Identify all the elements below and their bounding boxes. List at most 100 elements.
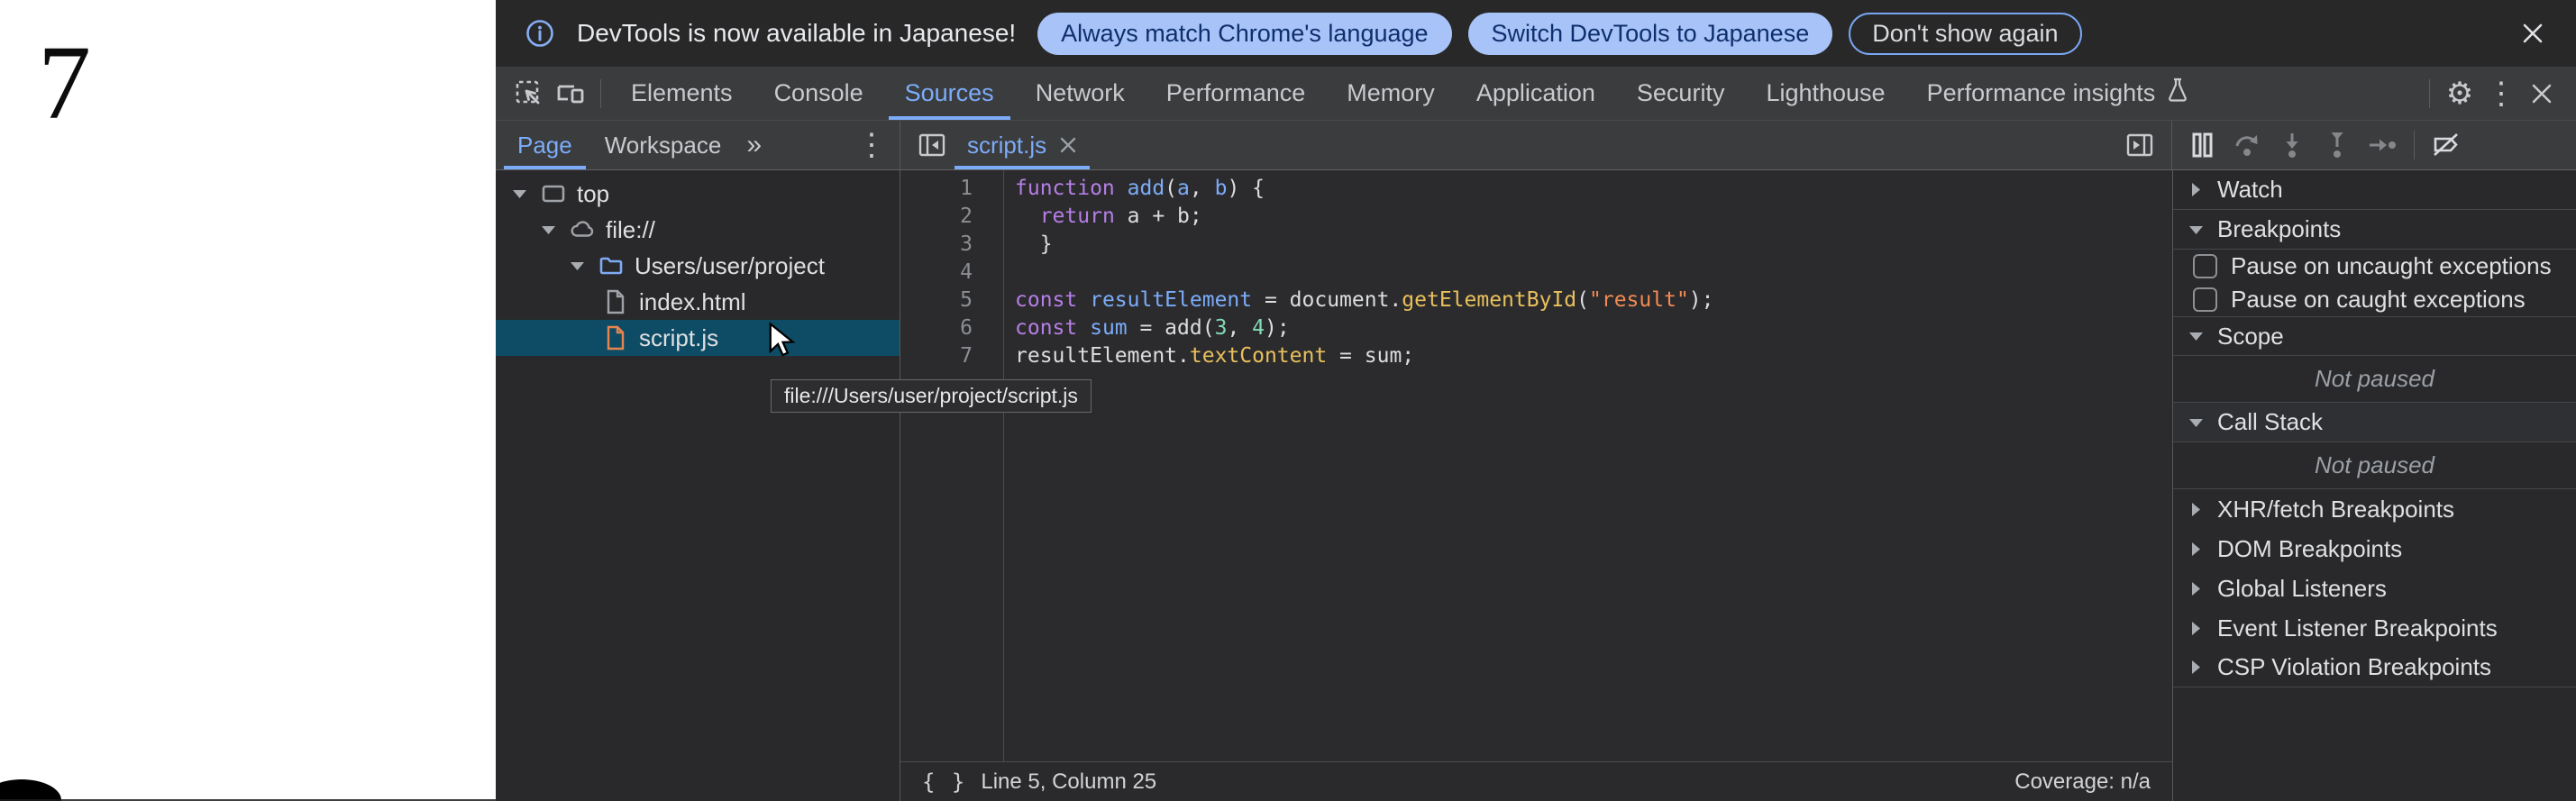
step-icon[interactable]	[2360, 121, 2405, 169]
editor-pane[interactable]: 1234567 function add(a, b) { return a + …	[900, 170, 2172, 801]
tab-console[interactable]: Console	[754, 67, 884, 120]
sidebar-section-breakpoints[interactable]: Breakpoints	[2173, 210, 2576, 250]
step-into-icon[interactable]	[2270, 121, 2315, 169]
tab-label: Network	[1036, 79, 1125, 107]
file-tree: top file://Users/user/projectindex.htmlsc…	[496, 170, 900, 356]
code-line-5: const resultElement = document.getElemen…	[1004, 287, 2172, 314]
chevron-down-icon[interactable]	[2186, 417, 2206, 428]
settings-gear-icon[interactable]: ⚙	[2439, 73, 2480, 114]
token-def: a	[1177, 177, 1190, 200]
chevron-right-icon[interactable]	[2186, 182, 2206, 197]
token-pl: ,	[1227, 316, 1252, 340]
chevron-right-icon[interactable]	[2186, 542, 2206, 557]
sidebar-section-watch[interactable]: Watch	[2173, 170, 2576, 210]
sources-subtoolbar: Page Workspace » ⋮ script.js	[496, 121, 2576, 170]
sidebar-section-scope[interactable]: Scope	[2173, 316, 2576, 356]
tree-item-label: top	[577, 180, 609, 208]
cloud-icon	[569, 216, 596, 243]
kebab-menu-icon[interactable]: ⋮	[2480, 73, 2522, 114]
sidebar-section-dom-breakpoints[interactable]: DOM Breakpoints	[2173, 529, 2576, 569]
banner-close-icon[interactable]	[2513, 14, 2553, 53]
dont-show-again-button[interactable]: Don't show again	[1849, 13, 2081, 55]
coverage-status[interactable]: Coverage: n/a	[2014, 769, 2151, 795]
chevron-down-icon[interactable]	[566, 260, 588, 271]
line-number[interactable]: 6	[900, 314, 1003, 342]
deactivate-breakpoints-icon[interactable]	[2424, 121, 2469, 169]
chevron-down-icon[interactable]	[537, 224, 559, 235]
tab-sources[interactable]: Sources	[884, 67, 1015, 120]
token-pl: }	[1015, 232, 1053, 256]
line-number[interactable]: 2	[900, 203, 1003, 231]
tree-item-script-js[interactable]: script.js	[496, 320, 900, 356]
token-pl: a + b;	[1115, 205, 1202, 228]
checkbox-pause-on-uncaught-exceptions[interactable]	[2193, 254, 2217, 278]
chevron-right-icon[interactable]	[2186, 660, 2206, 675]
inspect-element-icon[interactable]	[508, 73, 550, 114]
chevron-right-icon[interactable]	[2186, 621, 2206, 636]
step-over-icon[interactable]	[2224, 121, 2270, 169]
editor-tab-close-icon[interactable]	[1059, 136, 1077, 154]
chevron-down-icon[interactable]	[2186, 331, 2206, 341]
show-debugger-sidebar-icon[interactable]	[2119, 124, 2160, 166]
tab-elements[interactable]: Elements	[610, 67, 754, 120]
token-pl: (	[1576, 288, 1589, 312]
always-match-language-button[interactable]: Always match Chrome's language	[1037, 13, 1451, 55]
line-number[interactable]: 4	[900, 259, 1003, 287]
sidebar-label: CSP Violation Breakpoints	[2217, 653, 2491, 681]
tab-performance-insights[interactable]: Performance insights	[1906, 67, 2211, 120]
tab-performance[interactable]: Performance	[1146, 67, 1327, 120]
tree-item-file[interactable]: file://	[496, 212, 900, 248]
tree-item-top[interactable]: top	[496, 176, 900, 212]
device-toolbar-icon[interactable]	[550, 73, 591, 114]
line-number[interactable]: 7	[900, 342, 1003, 370]
line-number[interactable]: 3	[900, 231, 1003, 259]
code-lines[interactable]: function add(a, b) { return a + b; } con…	[1004, 170, 2172, 761]
folder-icon	[598, 252, 625, 279]
checkbox-pause-on-caught-exceptions[interactable]	[2193, 287, 2217, 312]
info-icon	[519, 13, 561, 54]
mouse-cursor	[766, 322, 799, 364]
more-tabs-icon[interactable]: »	[737, 130, 771, 160]
devtools-close-icon[interactable]	[2522, 74, 2562, 114]
code-editor[interactable]: 1234567 function add(a, b) { return a + …	[900, 170, 2172, 761]
token-pl	[1015, 205, 1040, 228]
chevron-down-icon[interactable]	[508, 188, 530, 199]
editor-tab-scriptjs[interactable]: script.js	[953, 121, 1092, 169]
line-number[interactable]: 1	[900, 175, 1003, 203]
sidebar-checkbox-pause-on-caught-exceptions[interactable]: Pause on caught exceptions	[2173, 283, 2576, 316]
switch-devtools-japanese-button[interactable]: Switch DevTools to Japanese	[1468, 13, 1833, 55]
tree-item-index-html[interactable]: index.html	[496, 284, 900, 320]
pretty-print-icon[interactable]: { }	[922, 769, 966, 795]
tree-item-users-user-project[interactable]: Users/user/project	[496, 248, 900, 284]
tab-page[interactable]: Page	[501, 121, 589, 169]
chevron-down-icon[interactable]	[2186, 224, 2206, 235]
token-prop: getElementById	[1402, 288, 1576, 312]
navigator-kebab-icon[interactable]: ⋮	[851, 124, 892, 166]
tab-network[interactable]: Network	[1015, 67, 1146, 120]
step-out-icon[interactable]	[2315, 121, 2360, 169]
devtools-tabbar: ElementsConsoleSources Network Performance…	[496, 67, 2576, 121]
line-number[interactable]: 5	[900, 287, 1003, 314]
chevron-right-icon[interactable]	[2186, 502, 2206, 517]
tab-application[interactable]: Application	[1456, 67, 1616, 120]
sidebar-section-csp-violation-breakpoints[interactable]: CSP Violation Breakpoints	[2173, 648, 2576, 687]
sidebar-section-global-listeners[interactable]: Global Listeners	[2173, 569, 2576, 608]
sidebar-section-xhr-fetch-breakpoints[interactable]: XHR/fetch Breakpoints	[2173, 489, 2576, 529]
sidebar-status-not-paused: Not paused	[2173, 442, 2576, 489]
tab-workspace[interactable]: Workspace	[589, 121, 738, 169]
tab-memory[interactable]: Memory	[1326, 67, 1456, 120]
pause-script-icon[interactable]	[2179, 121, 2224, 169]
token-pl: resultElement.	[1015, 344, 1190, 368]
hide-navigator-icon[interactable]	[911, 124, 953, 166]
debugger-toolbar	[2172, 121, 2576, 169]
chevron-right-icon[interactable]	[2186, 581, 2206, 596]
tab-security[interactable]: Security	[1616, 67, 1746, 120]
token-pl: ) {	[1227, 177, 1265, 200]
tab-lighthouse[interactable]: Lighthouse	[1745, 67, 1905, 120]
token-prop: textContent	[1190, 344, 1327, 368]
code-line-2: return a + b;	[1004, 203, 2172, 231]
line-number-gutter[interactable]: 1234567	[900, 170, 1004, 761]
sidebar-checkbox-pause-on-uncaught-exceptions[interactable]: Pause on uncaught exceptions	[2173, 250, 2576, 283]
sidebar-section-event-listener-breakpoints[interactable]: Event Listener Breakpoints	[2173, 608, 2576, 648]
sidebar-section-call-stack[interactable]: Call Stack	[2173, 403, 2576, 442]
